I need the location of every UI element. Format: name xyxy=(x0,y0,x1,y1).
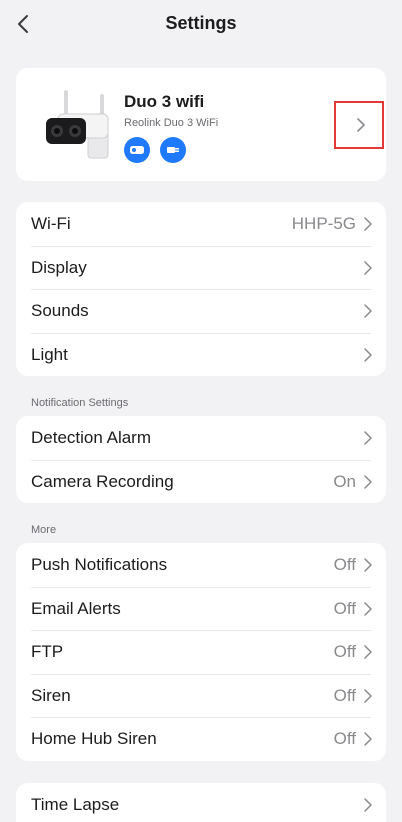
row-wifi[interactable]: Wi-Fi HHP-5G xyxy=(16,202,386,246)
device-model: Reolink Duo 3 WiFi xyxy=(124,117,219,129)
camera-badge-icon xyxy=(130,146,144,154)
row-label: Camera Recording xyxy=(31,471,174,491)
row-label: Detection Alarm xyxy=(31,428,151,447)
device-card[interactable]: Duo 3 wifi Reolink Duo 3 WiFi xyxy=(16,68,386,181)
settings-group-more: Push Notifications Off Email Alerts Off … xyxy=(16,543,386,761)
chevron-right-icon xyxy=(364,474,372,489)
row-ftp[interactable]: FTP Off xyxy=(16,630,386,674)
chevron-right-icon xyxy=(364,558,372,572)
row-label: Siren xyxy=(31,685,71,705)
row-camera-recording[interactable]: Camera Recording On xyxy=(16,459,386,504)
row-value: HHP-5G xyxy=(291,214,356,233)
settings-group-last: Time Lapse xyxy=(16,783,386,822)
row-value: Off xyxy=(333,729,356,748)
chevron-right-icon xyxy=(364,217,372,231)
camera-product-image xyxy=(46,90,109,159)
section-title-notifications: Notification Settings xyxy=(31,397,129,409)
row-label: Sounds xyxy=(31,301,89,320)
row-value: On xyxy=(333,471,356,491)
row-sounds[interactable]: Sounds xyxy=(16,289,386,333)
row-time-lapse[interactable]: Time Lapse xyxy=(16,783,386,822)
camera-badge xyxy=(124,137,150,163)
row-push-notifications[interactable]: Push Notifications Off xyxy=(16,543,386,587)
section-title-more: More xyxy=(31,524,57,536)
chevron-right-icon xyxy=(364,431,372,445)
row-label: Push Notifications xyxy=(31,555,168,574)
row-label: Light xyxy=(31,344,68,364)
page-title: Settings xyxy=(165,13,237,33)
settings-group-notifications: Detection Alarm Camera Recording On xyxy=(16,416,386,503)
row-label: Wi-Fi xyxy=(31,214,71,233)
chevron-right-icon xyxy=(364,601,372,616)
row-detection-alarm[interactable]: Detection Alarm xyxy=(16,416,386,460)
chevron-right-icon xyxy=(357,118,365,132)
row-home-hub-siren[interactable]: Home Hub Siren Off xyxy=(16,717,386,761)
device-name: Duo 3 wifi xyxy=(124,92,205,111)
chevron-right-icon xyxy=(364,732,372,746)
row-email-alerts[interactable]: Email Alerts Off xyxy=(16,586,386,631)
row-label: Home Hub Siren xyxy=(31,729,157,748)
chevron-right-icon xyxy=(364,347,372,362)
row-label: Display xyxy=(31,257,87,277)
row-value: Off xyxy=(333,598,356,618)
chevron-right-icon xyxy=(364,798,372,812)
device-detail-button[interactable] xyxy=(334,101,384,149)
chevron-right-icon xyxy=(364,260,372,275)
row-label: Email Alerts xyxy=(31,598,121,618)
row-display[interactable]: Display xyxy=(16,245,386,290)
settings-group-main: Wi-Fi HHP-5G Display Sounds Light xyxy=(16,202,386,376)
chevron-right-icon xyxy=(364,304,372,318)
row-value: Off xyxy=(333,555,356,574)
row-siren[interactable]: Siren Off xyxy=(16,673,386,718)
row-value: Off xyxy=(333,642,356,661)
row-light[interactable]: Light xyxy=(16,332,386,377)
row-value: Off xyxy=(333,685,356,705)
power-badge xyxy=(160,137,186,163)
row-label: Time Lapse xyxy=(31,795,120,814)
plug-badge-icon xyxy=(167,147,179,153)
chevron-right-icon xyxy=(364,645,372,659)
top-bar: Settings xyxy=(0,0,402,48)
row-label: FTP xyxy=(31,642,64,661)
chevron-right-icon xyxy=(364,688,372,703)
